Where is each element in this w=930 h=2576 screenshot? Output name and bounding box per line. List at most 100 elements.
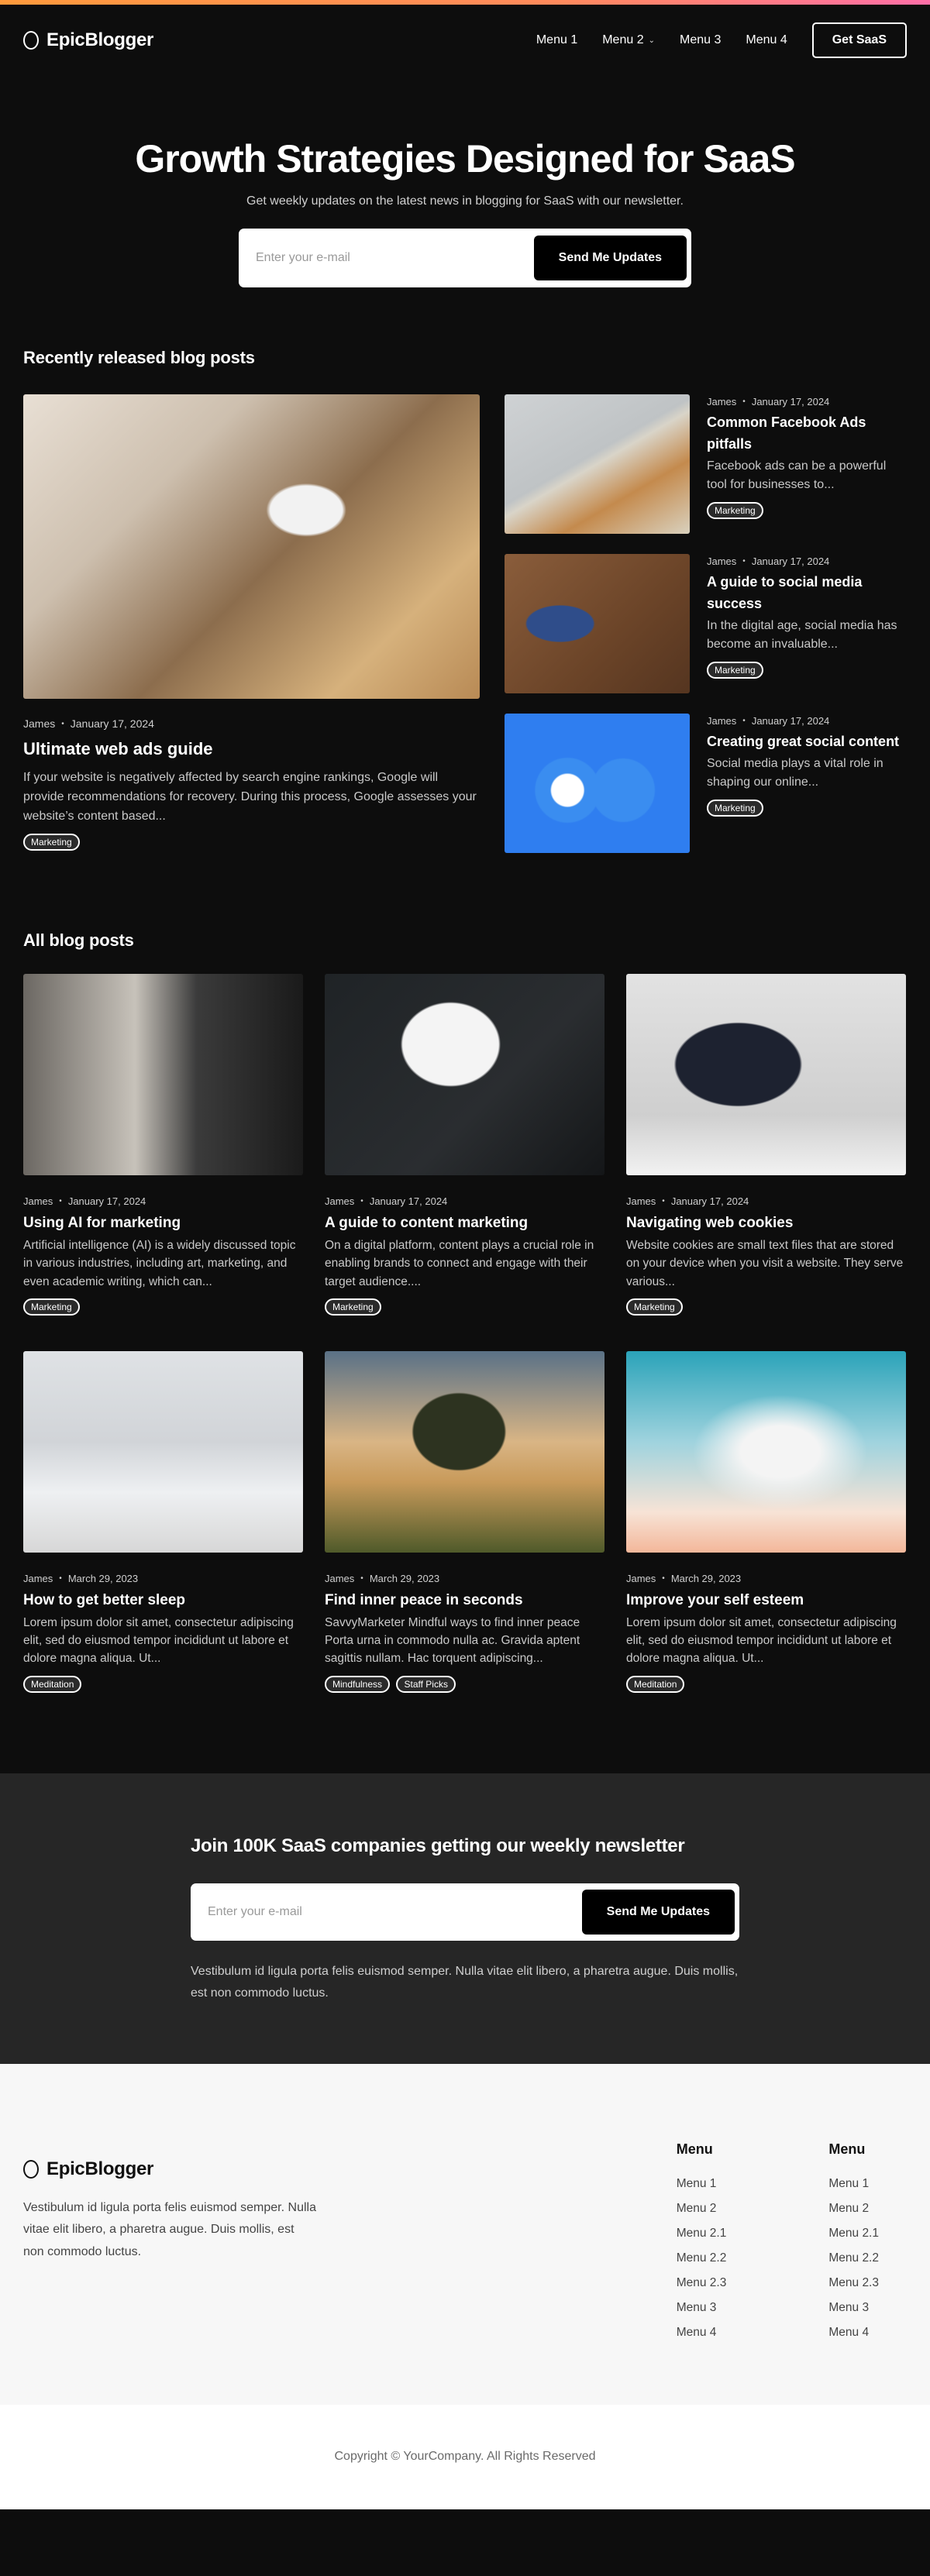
tag-badge[interactable]: Marketing [626,1298,683,1316]
post-title[interactable]: Using AI for marketing [23,1215,303,1232]
brand-logo[interactable]: EpicBlogger [23,29,153,51]
laptop-google-search-photo[interactable] [23,394,480,699]
post-author: James [23,1195,53,1207]
separator-dot: • [360,1197,363,1205]
tree-misty-field-photo[interactable] [325,1350,604,1553]
section-title: All blog posts [23,930,134,950]
post-card[interactable]: James • January 17, 2024 Using AI for ma… [23,974,303,1316]
tag-badge[interactable]: Marketing [707,501,763,519]
social-media-scrabble-photo[interactable] [505,554,690,693]
nav-item-menu-3[interactable]: Menu 3 [680,33,721,47]
post-card[interactable]: James • March 29, 2023 How to get better… [23,1350,303,1693]
footer-link[interactable]: Menu 3 [828,2296,879,2320]
hero-subscribe-form: Send Me Updates [239,229,691,287]
post-author: James [23,717,56,730]
nav-item-menu-1[interactable]: Menu 1 [536,33,577,47]
hero-email-input[interactable] [243,251,534,265]
post-excerpt: If your website is negatively affected b… [23,771,477,823]
footer-link[interactable]: Menu 2.1 [828,2221,879,2246]
post-excerpt: On a digital platform, content plays a c… [325,1239,594,1288]
footer-column-title: Menu [676,2141,713,2157]
person-sky-clouds-photo[interactable] [626,1350,906,1553]
post-card[interactable]: James • January 17, 2024 A guide to cont… [325,974,604,1316]
site-footer: EpicBlogger Vestibulum id ligula porta f… [0,2063,930,2405]
laptop-code-plant-photo[interactable] [626,974,906,1175]
separator-dot: • [59,1197,62,1205]
post-title[interactable]: How to get better sleep [23,1592,303,1609]
section-title: Recently released blog posts [23,348,255,367]
footer-column-title: Menu [828,2141,866,2157]
post-title[interactable]: Common Facebook Ads pitfalls [707,412,907,456]
separator-dot: • [742,557,746,566]
hero-send-updates-button[interactable]: Send Me Updates [533,236,687,280]
hero-subtitle: Get weekly updates on the latest news in… [246,194,684,208]
post-meta: James • January 17, 2024 [23,1195,303,1207]
footer-link[interactable]: Menu 4 [828,2320,879,2345]
post-title[interactable]: A guide to social media success [707,572,907,615]
post-title[interactable]: Ultimate web ads guide [23,739,480,759]
newsletter-send-updates-button[interactable]: Send Me Updates [581,1889,735,1935]
list-item[interactable]: James • January 17, 2024 A guide to soci… [505,554,907,693]
post-title[interactable]: Find inner peace in seconds [325,1592,604,1609]
all-posts-section: All blog posts James • January 17, 2024 … [0,930,930,1693]
messenger-facebook-3d-icons-photo[interactable] [505,714,690,853]
footer-description: Vestibulum id ligula porta felis euismod… [23,2200,316,2259]
laptop-code-desk-photo[interactable] [23,974,303,1175]
footer-brand-logo[interactable]: EpicBlogger [23,2158,318,2180]
nav-label: Menu 2 [602,33,644,46]
phone-facebook-laptop-photo[interactable] [505,394,690,534]
bedroom-lamp-photo[interactable] [23,1350,303,1553]
footer-link[interactable]: Menu 2.2 [677,2246,727,2271]
post-meta: James • March 29, 2023 [23,1573,303,1584]
post-title[interactable]: Navigating web cookies [626,1215,906,1232]
newsletter-email-input[interactable] [195,1904,582,1919]
tag-badge[interactable]: Marketing [707,661,763,679]
footer-link[interactable]: Menu 2 [677,2196,727,2221]
footer-link[interactable]: Menu 1 [677,2172,727,2196]
footer-link[interactable]: Menu 2.1 [677,2221,727,2246]
post-title[interactable]: Improve your self esteem [626,1592,906,1609]
nav-item-menu-4[interactable]: Menu 4 [746,33,787,47]
newsletter-title: Join 100K SaaS companies getting our wee… [191,1835,685,1856]
post-author: James [23,1572,53,1584]
tag-badge[interactable]: Meditation [626,1675,685,1693]
list-item[interactable]: James • January 17, 2024 Creating great … [505,714,907,853]
post-excerpt: Artificial intelligence (AI) is a widely… [23,1239,296,1288]
footer-link[interactable]: Menu 2.3 [677,2271,727,2296]
newsletter-section: Join 100K SaaS companies getting our wee… [0,1773,930,2064]
get-saas-button[interactable]: Get SaaS [811,22,907,58]
tag-badge[interactable]: Staff Picks [396,1675,456,1693]
site-header: EpicBlogger Menu 1 Menu 2 ⌄ Menu 3 Menu 4… [0,5,930,76]
post-title[interactable]: Creating great social content [707,731,907,753]
footer-link[interactable]: Menu 2.2 [828,2246,879,2271]
tag-badge[interactable]: Marketing [23,1298,80,1316]
post-card[interactable]: James • March 29, 2023 Find inner peace … [325,1350,604,1693]
featured-post[interactable]: James • January 17, 2024 Ultimate web ad… [23,394,480,853]
post-card[interactable]: James • January 17, 2024 Navigating web … [626,974,906,1316]
tag-badge[interactable]: Mindfulness [325,1675,391,1693]
tag-badge[interactable]: Marketing [325,1298,381,1316]
footer-link[interactable]: Menu 4 [677,2320,727,2345]
hero-section: Growth Strategies Designed for SaaS Get … [0,76,930,287]
nav-item-menu-2[interactable]: Menu 2 ⌄ [602,33,655,47]
footer-link[interactable]: Menu 1 [828,2172,879,2196]
footer-link[interactable]: Menu 3 [677,2296,727,2320]
brand-name: EpicBlogger [46,29,154,50]
tag-badge[interactable]: Meditation [23,1675,82,1693]
post-meta: James • March 29, 2023 [626,1573,906,1584]
post-meta: James • March 29, 2023 [325,1573,604,1584]
tag-badge[interactable]: Marketing [707,799,763,817]
copyright-text: Copyright © YourCompany. All Rights Rese… [334,2450,596,2463]
footer-link[interactable]: Menu 2 [828,2196,879,2221]
list-item[interactable]: James • January 17, 2024 Common Facebook… [505,394,907,534]
laptop-analytics-mug-photo[interactable] [325,974,604,1175]
tag-badge[interactable]: Marketing [23,834,80,851]
post-meta: James • January 17, 2024 [707,715,907,727]
hero-title: Growth Strategies Designed for SaaS [135,137,795,181]
post-title[interactable]: A guide to content marketing [325,1215,604,1232]
post-meta: James • January 17, 2024 [23,717,480,730]
footer-link[interactable]: Menu 2.3 [828,2271,879,2296]
post-card[interactable]: James • March 29, 2023 Improve your self… [626,1350,906,1693]
post-date: January 17, 2024 [751,715,830,727]
post-author: James [707,715,737,727]
